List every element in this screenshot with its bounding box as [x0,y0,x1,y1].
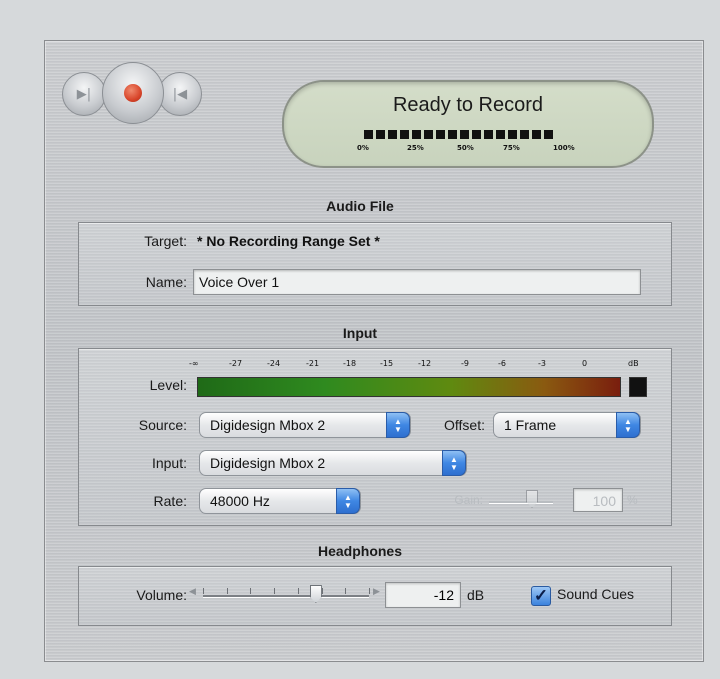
volume-label: Volume: [136,587,187,603]
progress-tick: 100% [553,144,575,152]
input-popup[interactable]: Digidesign Mbox 2 ▲ ▼ [199,450,467,476]
name-field[interactable]: Voice Over 1 [193,269,641,295]
volume-tick [250,588,252,594]
status-display: Ready to Record 0% 25% 50% 75% 100% [282,80,654,168]
progress-tick: 25% [407,144,424,152]
progress-segment [424,130,433,139]
progress-segment [520,130,529,139]
gain-label: Gain: [454,493,483,507]
scale-tick: -27 [229,359,243,368]
progress-segment [472,130,481,139]
gain-thumb [526,490,538,508]
volume-tick [297,588,299,594]
skip-forward-icon: |◀ [172,86,188,102]
progress-segment [460,130,469,139]
scale-tick: -∞ [189,359,199,368]
headphones-group: Volume: ◀ ▶ -12 dB ✓ Sound Cues [78,566,672,626]
progress-segment [496,130,505,139]
record-dot-icon [124,84,142,102]
rate-label: Rate: [153,493,187,509]
offset-popup[interactable]: 1 Frame ▲ ▼ [493,412,641,438]
transport-controls: ▶| |◀ [62,58,242,130]
source-label: Source: [138,417,187,433]
progress-scale: 0% 25% 50% 75% 100% [357,144,587,156]
scale-tick: -18 [343,359,357,368]
skip-forward-button[interactable]: |◀ [158,72,202,116]
progress-segment [508,130,517,139]
progress-meter [364,130,574,140]
input-value: Digidesign Mbox 2 [210,455,326,471]
scale-tick: -24 [267,359,281,368]
progress-tick: 75% [503,144,520,152]
volume-down-icon: ◀ [189,587,196,597]
rate-value: 48000 Hz [210,493,270,509]
volume-track [203,595,369,598]
progress-segment [400,130,409,139]
progress-tick: 50% [457,144,474,152]
scale-tick: dB [628,359,639,368]
progress-segment [544,130,553,139]
audio-file-group: Target: * No Recording Range Set * Name:… [78,222,672,306]
progress-tick: 0% [357,144,369,152]
name-label: Name: [145,274,187,290]
progress-segment [532,130,541,139]
gain-unit: % [627,493,638,507]
popup-arrows-icon: ▲ ▼ [442,450,466,476]
scale-tick: -21 [306,359,320,368]
progress-segment [448,130,457,139]
volume-tick [203,588,204,594]
target-label: Target: [144,233,187,249]
level-meter [197,377,621,397]
volume-tick [274,588,276,594]
clip-indicator [629,377,647,397]
skip-back-icon: ▶| [76,86,92,102]
progress-segment [376,130,385,139]
volume-tick [226,588,228,594]
source-value: Digidesign Mbox 2 [210,417,326,433]
status-title: Ready to Record [392,94,544,116]
input-label: Input: [151,455,187,471]
scale-tick: -15 [380,359,394,368]
popup-arrows-icon: ▲ ▼ [616,412,640,438]
progress-segment [436,130,445,139]
popup-arrows-icon: ▲ ▼ [336,488,360,514]
sound-cues-checkbox[interactable]: ✓ [531,586,551,606]
source-popup[interactable]: Digidesign Mbox 2 ▲ ▼ [199,412,411,438]
volume-thumb[interactable] [309,585,322,603]
gain-field[interactable]: 100 [573,488,623,512]
scale-tick: -3 [538,359,546,368]
record-button[interactable] [102,62,164,124]
offset-label: Offset: [444,417,485,433]
target-value: * No Recording Range Set * [197,233,380,249]
volume-unit: dB [467,587,485,603]
popup-arrows-icon: ▲ ▼ [386,412,410,438]
volume-tick [345,588,347,594]
input-heading: Input [342,325,378,341]
headphones-heading: Headphones [317,543,402,559]
scale-tick: -12 [418,359,432,368]
scale-tick: -6 [498,359,506,368]
progress-segment [364,130,373,139]
sound-cues-label: Sound Cues [557,586,635,602]
volume-up-icon: ▶ [373,587,380,597]
audio-file-heading: Audio File [326,198,394,214]
scale-tick: -9 [461,359,469,368]
volume-field[interactable]: -12 [385,582,461,608]
skip-back-button[interactable]: ▶| [62,72,106,116]
progress-segment [412,130,421,139]
rate-popup[interactable]: 48000 Hz ▲ ▼ [199,488,361,514]
input-group: -∞ -27 -24 -21 -18 -15 -12 -9 -6 -3 0 dB… [78,348,672,526]
offset-value: 1 Frame [504,417,557,433]
volume-tick [369,588,370,594]
scale-tick: 0 [582,359,588,368]
checkmark-icon: ✓ [533,586,549,605]
progress-segment [388,130,397,139]
gain-track [489,501,553,504]
level-label: Level: [149,377,187,393]
progress-segment [484,130,493,139]
